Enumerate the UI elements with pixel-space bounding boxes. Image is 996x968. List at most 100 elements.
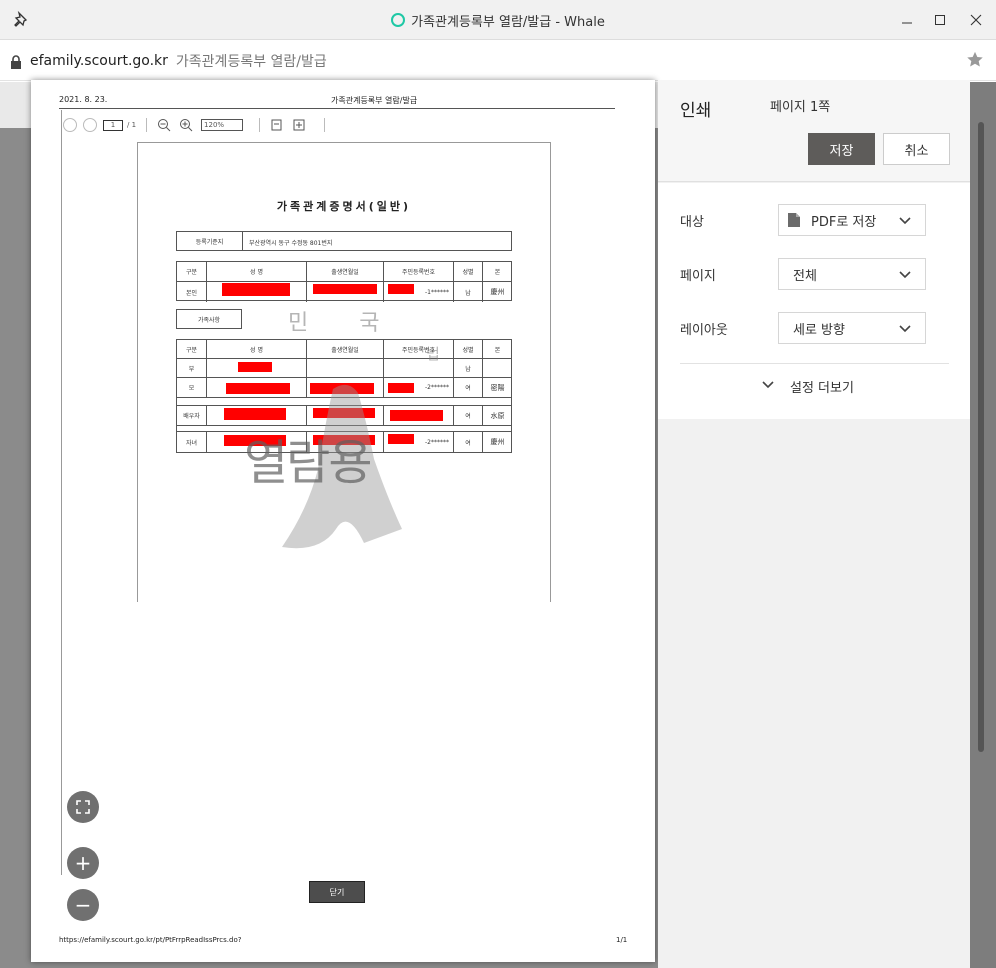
plus-icon: + <box>74 851 92 875</box>
url-host[interactable]: efamily.scourt.go.kr <box>30 53 168 69</box>
header-division: 구분 <box>177 340 207 358</box>
pdf-file-icon <box>787 212 801 228</box>
zoom-in-icon[interactable] <box>179 118 193 132</box>
window-titlebar: 가족관계등록부 열람/발급 - Whale <box>0 0 996 40</box>
print-icon[interactable] <box>270 118 284 132</box>
registry-base-row: 등록기준지 부산광역시 동구 수정동 801번지 <box>176 231 512 251</box>
self-gender: 남 <box>454 282 483 302</box>
registry-base-label: 등록기준지 <box>177 232 243 250</box>
family-origin: 水原 <box>490 411 505 420</box>
family-gender: 남 <box>454 359 483 377</box>
maximize-button[interactable] <box>926 6 954 34</box>
watermark-side-text: 법 <box>426 345 440 363</box>
toolbar-separator <box>146 118 148 132</box>
family-relation: 부 <box>177 359 207 377</box>
minus-icon: − <box>74 893 92 917</box>
destination-label: 대상 <box>680 215 704 230</box>
window-title-text: 가족관계등록부 열람/발급 - Whale <box>411 14 605 30</box>
prev-page-icon[interactable] <box>63 118 77 132</box>
next-page-icon[interactable] <box>83 118 97 132</box>
header-division: 구분 <box>177 262 207 281</box>
family-table-header: 구분 성 명 출생연월일 주민등록번호 성별 본 <box>177 340 511 359</box>
redaction-bar <box>388 284 414 294</box>
address-bar: efamily.scourt.go.kr 가족관계등록부 열람/발급 <box>0 41 996 81</box>
watermark-main-text: 열람용 <box>244 435 372 491</box>
certificate-title: 가족관계증명서(일반) <box>276 200 412 213</box>
redaction-bar <box>313 284 377 294</box>
registry-base-value: 부산광역시 동구 수정동 801번지 <box>249 240 333 247</box>
options-divider <box>680 363 949 364</box>
self-table-header: 구분 성 명 출생연월일 주민등록번호 성별 본 <box>177 262 511 282</box>
family-relation: 배우자 <box>177 406 207 425</box>
window-title: 가족관계등록부 열람/발급 - Whale <box>0 0 996 40</box>
family-origin: 密陽 <box>490 383 505 392</box>
toolbar-separator <box>324 118 326 132</box>
toolbar-separator <box>259 118 261 132</box>
chevron-down-icon <box>899 269 911 284</box>
whale-logo-icon <box>391 13 406 27</box>
page-scrollbar[interactable] <box>970 82 996 968</box>
sheet-footer-url: https://efamily.scourt.go.kr/pt/PtFrrpRe… <box>59 936 242 944</box>
destination-value: PDF로 저장 <box>811 214 877 230</box>
print-panel-header: 인쇄 페이지 1쪽 저장 취소 <box>658 80 970 182</box>
family-relation: 자녀 <box>177 432 207 452</box>
viewer-page-input[interactable]: 1 <box>103 119 123 131</box>
family-gender: 여 <box>454 406 483 425</box>
sheet-date: 2021. 8. 23. <box>59 95 108 104</box>
header-gender: 성별 <box>454 340 483 358</box>
lock-icon <box>10 54 22 69</box>
zoom-out-icon[interactable] <box>157 118 171 132</box>
print-preview-sheet: 2021. 8. 23. 가족관계등록부 열람/발급 1 / 1 120% 가족… <box>31 80 655 962</box>
print-options: 대상 PDF로 저장 페이지 전체 레이아웃 세로 방향 설정 더보기 <box>658 183 970 419</box>
more-settings-toggle[interactable]: 설정 더보기 <box>762 377 854 396</box>
family-section-label: 가족사항 <box>176 309 242 329</box>
redaction-bar <box>222 283 290 296</box>
minimize-button[interactable] <box>893 6 921 34</box>
scrollbar-thumb[interactable] <box>978 122 984 752</box>
close-document-button[interactable]: 닫기 <box>309 881 365 903</box>
family-gender: 여 <box>454 378 483 397</box>
url-page-title: 가족관계등록부 열람/발급 <box>175 53 327 70</box>
family-rrn <box>384 359 454 377</box>
redaction-bar <box>224 408 286 420</box>
layout-value: 세로 방향 <box>793 322 845 338</box>
family-origin: 慶州 <box>490 438 505 446</box>
family-row: 부 남 <box>177 359 511 378</box>
self-origin: 慶州 <box>490 288 505 296</box>
close-window-button[interactable] <box>962 6 990 34</box>
header-birth: 출생연월일 <box>307 340 384 358</box>
family-birth-cell <box>307 359 384 377</box>
header-name: 성 명 <box>207 262 307 281</box>
pages-select[interactable]: 전체 <box>778 258 926 290</box>
family-relation: 모 <box>177 378 207 397</box>
fullscreen-icon <box>76 795 90 819</box>
viewer-toolbar: 1 / 1 120% <box>63 114 583 136</box>
chevron-down-icon <box>899 323 911 338</box>
chevron-down-icon <box>762 379 774 394</box>
header-name: 성 명 <box>207 340 307 358</box>
viewer-page-total: / 1 <box>127 121 137 129</box>
cancel-button[interactable]: 취소 <box>883 133 950 165</box>
sheet-footer-page: 1/1 <box>616 936 628 944</box>
save-document-icon[interactable] <box>292 118 306 132</box>
zoom-in-button[interactable]: + <box>67 847 99 879</box>
chevron-down-icon <box>899 215 911 230</box>
destination-select[interactable]: PDF로 저장 <box>778 204 926 236</box>
family-origin <box>483 359 512 377</box>
sheet-header-divider <box>59 108 615 109</box>
layout-label: 레이아웃 <box>680 323 728 338</box>
pages-label: 페이지 <box>680 269 716 284</box>
header-rrn: 주민등록번호 <box>384 262 454 281</box>
bookmark-star-icon[interactable] <box>966 51 984 73</box>
print-page-count: 페이지 1쪽 <box>770 100 831 115</box>
family-gender: 여 <box>454 432 483 452</box>
zoom-out-button[interactable]: − <box>67 889 99 921</box>
header-gender: 성별 <box>454 262 483 281</box>
self-relation: 본인 <box>177 282 207 302</box>
viewer-zoom-select[interactable]: 120% <box>201 119 244 131</box>
save-button[interactable]: 저장 <box>808 133 875 165</box>
layout-select[interactable]: 세로 방향 <box>778 312 926 344</box>
fit-to-page-button[interactable] <box>67 791 99 823</box>
redaction-bar <box>238 362 272 372</box>
header-origin: 본 <box>494 269 501 276</box>
